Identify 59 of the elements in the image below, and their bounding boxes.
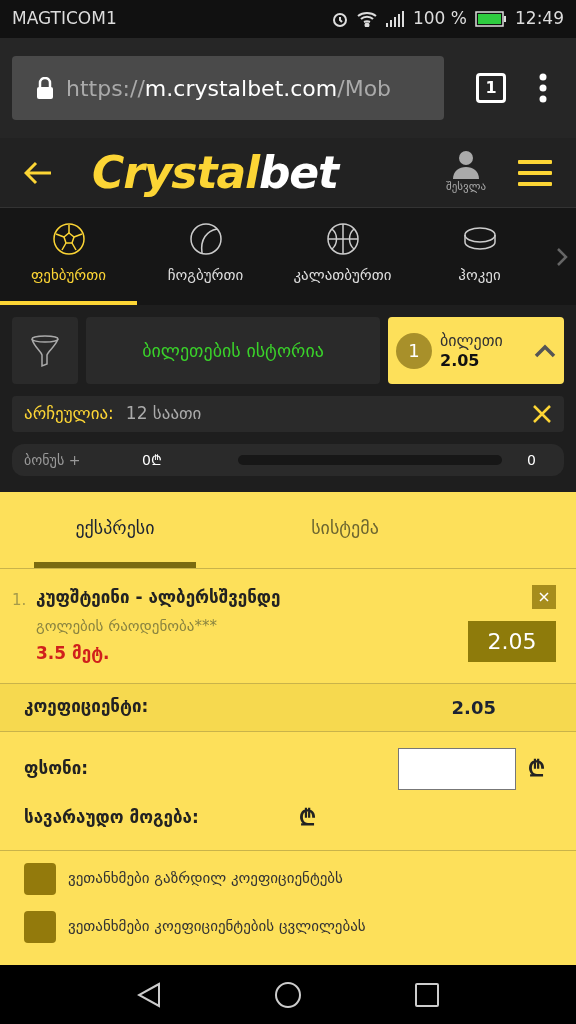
crystalbet-logo[interactable]: Crystalbet [92,150,339,195]
filter-label: არჩეულია: [24,402,114,426]
tab-count-button[interactable]: 1 [476,73,506,103]
tennis-ball-icon [188,222,223,257]
selection-number: 1. [12,590,28,611]
basketball-icon [325,222,360,257]
close-icon [539,592,549,602]
odds-value: 2.05 [468,621,556,662]
alarm-icon [331,10,349,28]
clock-time: 12:49 [515,7,564,31]
coefficient-label: კოეფიციენტი: [24,695,149,719]
agreement-label: ვეთანხმები კოეფიციენტების ცვლილებას [68,916,366,938]
close-icon[interactable] [532,404,552,424]
bonus-count: 0 [526,450,537,470]
home-icon[interactable] [274,980,302,1009]
bonus-label: ბონუს + [24,450,82,470]
possible-win-label: სავარაუდო მოგება: [24,805,199,829]
stake-input[interactable] [398,747,516,790]
market-name: გოლების რაოდენობა*** [36,615,218,637]
user-icon [451,149,481,180]
recent-apps-icon[interactable] [415,982,440,1007]
bet-type-tab[interactable]: ექსპრესი [34,492,196,568]
agreement-label: ვეთანხმები გაზრდილ კოეფიციენტებს [68,868,343,890]
sport-tab[interactable]: ჩოგბურთი [137,208,274,305]
url-field[interactable]: https://m.crystalbet.com/Mob [12,56,444,120]
lock-icon [36,77,54,99]
sport-tab[interactable]: ჰოკეი [411,208,548,305]
pick-label: 3.5 მეტ. [36,642,111,665]
ticket-label: ბილეთი [440,330,503,351]
coefficient-value: 2.05 [451,695,497,720]
battery-percent: 100 % [413,7,467,31]
checkbox[interactable] [24,910,56,943]
wifi-icon [357,11,377,27]
bonus-amount: 0₾ [142,450,163,470]
bet-type-tab[interactable]: სისტემა [264,492,426,568]
filter-button[interactable] [12,317,78,384]
stake-label: ფსონი: [24,756,89,780]
filter-value: 12 საათი [125,402,202,426]
funnel-icon [30,333,60,368]
soccer-ball-icon [51,222,86,257]
currency-symbol: ₾ [298,804,316,832]
login-button[interactable]: შესვლა [446,149,486,196]
back-arrow-icon[interactable] [24,160,52,185]
ticket-button[interactable]: 1 ბილეთი 2.05 [388,317,564,384]
ticket-count-badge: 1 [396,332,432,369]
remove-button[interactable] [532,585,556,609]
carrier-name: MAGTICOM1 [12,7,117,31]
checkbox[interactable] [24,862,56,895]
battery-charging-icon [475,11,507,27]
more-icon[interactable] [538,73,548,103]
ticket-history-button[interactable]: ბილეთების ისტორია [86,317,380,384]
currency-symbol: ₾ [528,755,546,783]
sport-tab[interactable]: კალათბურთი [274,208,411,305]
menu-icon[interactable] [518,158,552,187]
match-name: კუფშტეინი - ალბერსშვენდე [36,586,281,609]
back-icon[interactable] [136,981,161,1008]
signal-icon [385,11,405,27]
chevron-right-icon[interactable] [556,246,568,267]
ticket-odds: 2.05 [440,350,480,371]
